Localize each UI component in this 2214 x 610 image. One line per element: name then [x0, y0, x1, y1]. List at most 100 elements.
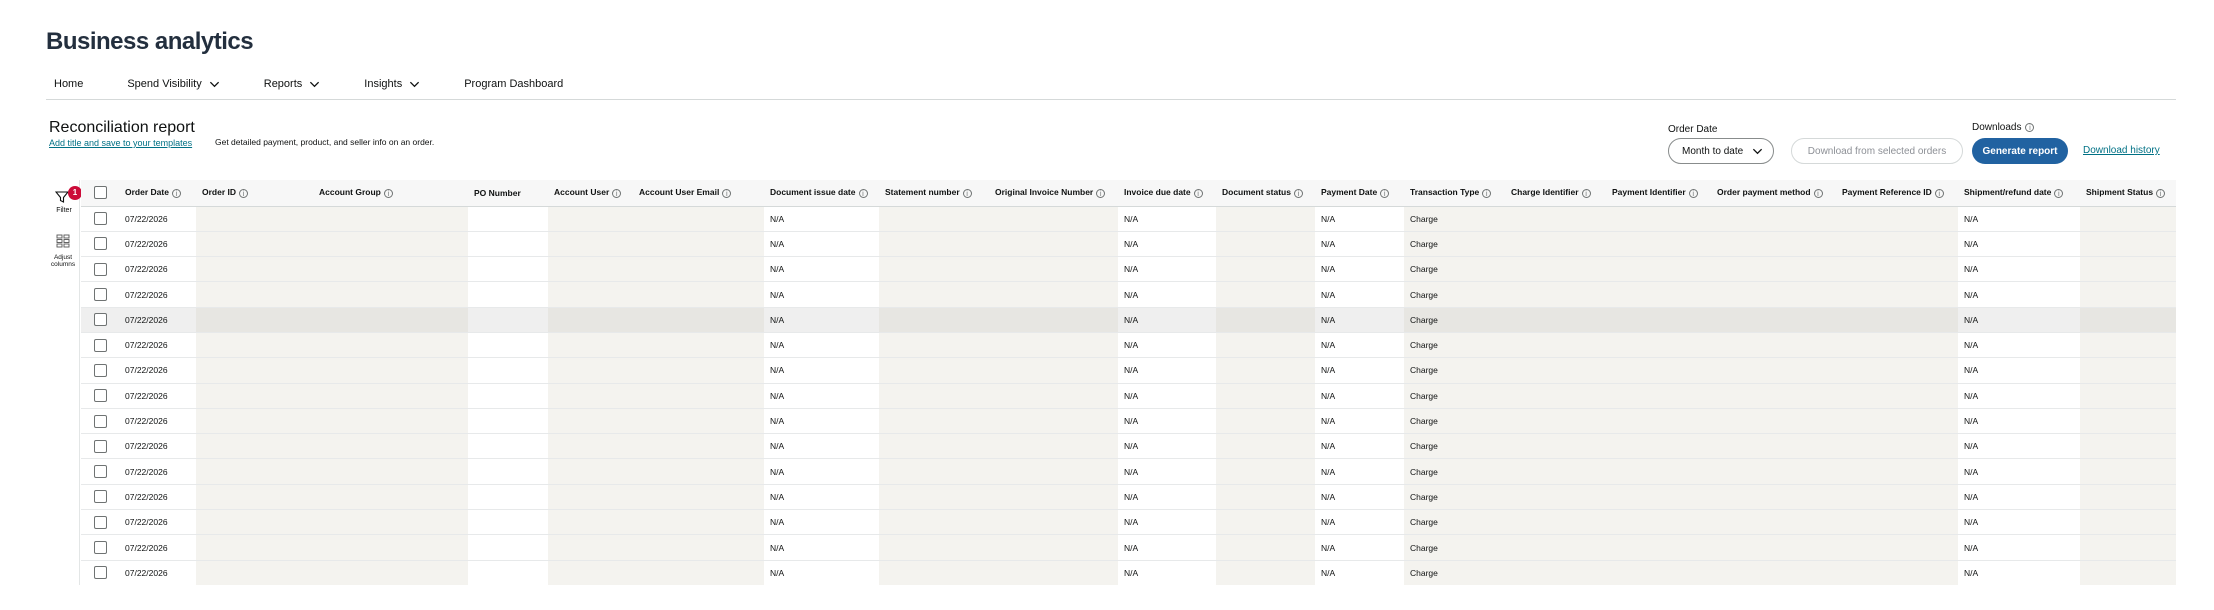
table-row[interactable]: 07/22/2026 N/A N/A N/A Charge N/A: [81, 433, 2176, 460]
info-icon[interactable]: i: [1293, 189, 1303, 199]
table-row[interactable]: 07/22/2026 N/A N/A N/A Charge N/A: [81, 307, 2176, 333]
table-row[interactable]: 07/22/2026 N/A N/A N/A Charge N/A: [81, 509, 2176, 536]
table-row[interactable]: 07/22/2026 N/A N/A N/A Charge N/A: [81, 281, 2176, 308]
table-row[interactable]: 07/22/2026 N/A N/A N/A Charge N/A: [81, 484, 2176, 511]
column-header[interactable]: Account User i: [548, 180, 633, 207]
row-checkbox[interactable]: [93, 566, 107, 580]
nav-item-spend-visibility[interactable]: Spend Visibility: [119, 74, 227, 94]
row-checkbox[interactable]: [93, 541, 107, 554]
nav-item-home[interactable]: Home: [46, 74, 91, 94]
column-header[interactable]: PO Number: [468, 180, 548, 207]
column-header[interactable]: Original Invoice Number i: [989, 180, 1118, 207]
table-cell: [468, 433, 548, 460]
table-cell: [1606, 357, 1711, 384]
info-icon[interactable]: i: [1688, 189, 1698, 199]
column-header[interactable]: Order payment method i: [1711, 180, 1836, 207]
row-checkbox[interactable]: [93, 439, 107, 453]
info-icon[interactable]: i: [612, 189, 622, 199]
row-checkbox[interactable]: [93, 262, 107, 276]
table-cell: [196, 509, 313, 536]
column-header[interactable]: Payment Reference ID i: [1836, 180, 1958, 207]
nav-item-insights[interactable]: Insights: [356, 74, 428, 94]
nav-item-reports[interactable]: Reports: [256, 74, 329, 94]
table-cell: [1836, 256, 1958, 283]
column-header[interactable]: Payment Date i: [1315, 180, 1404, 207]
column-header[interactable]: Shipment Status i: [2080, 180, 2176, 207]
table-cell: [1711, 534, 1836, 561]
download-history-link[interactable]: Download history: [2083, 145, 2160, 156]
reconciliation-table-wrap: Order Date i Order ID i Account Group i PO Num…: [81, 180, 2176, 585]
info-icon[interactable]: i: [1380, 189, 1390, 199]
order-date-select[interactable]: Month to date: [1668, 138, 1774, 164]
info-icon[interactable]: i: [239, 189, 249, 199]
info-icon[interactable]: i: [1813, 189, 1823, 199]
row-checkbox[interactable]: [93, 465, 107, 479]
filter-button[interactable]: 1 Filter: [50, 186, 82, 214]
adjust-columns-button[interactable]: Adjust columns: [48, 234, 78, 268]
column-header[interactable]: Invoice due date i: [1118, 180, 1216, 207]
column-header[interactable]: Account User Email i: [633, 180, 764, 207]
row-checkbox[interactable]: [93, 414, 107, 428]
table-cell: N/A: [1118, 256, 1216, 283]
info-icon[interactable]: i: [1934, 189, 1944, 199]
table-row[interactable]: 07/22/2026 N/A N/A N/A Charge N/A: [81, 458, 2176, 485]
row-checkbox[interactable]: [93, 313, 107, 327]
table-cell: [1606, 534, 1711, 561]
column-header[interactable]: Charge Identifier i: [1505, 180, 1606, 207]
info-icon[interactable]: i: [1482, 189, 1492, 199]
columns-icon: [56, 234, 70, 248]
save-template-link[interactable]: Add title and save to your templates: [49, 138, 192, 148]
filter-label: Filter: [56, 207, 72, 214]
info-icon[interactable]: i: [1193, 189, 1203, 199]
table-row[interactable]: 07/22/2026 N/A N/A N/A Charge N/A: [81, 256, 2176, 283]
info-icon[interactable]: i: [962, 189, 972, 199]
column-header-label: Shipment/refund date: [1964, 187, 2052, 198]
info-icon[interactable]: i: [2156, 189, 2166, 199]
table-row[interactable]: 07/22/2026 N/A N/A N/A Charge N/A: [81, 560, 2176, 585]
column-header[interactable]: Transaction Type i: [1404, 180, 1505, 207]
table-cell: [633, 357, 764, 384]
table-row[interactable]: 07/22/2026 N/A N/A N/A Charge N/A: [81, 383, 2176, 409]
nav-item-program-dashboard[interactable]: Program Dashboard: [456, 74, 571, 94]
top-nav: Home Spend Visibility Reports Insights P…: [46, 74, 2176, 100]
info-icon[interactable]: i: [1096, 189, 1106, 199]
info-icon[interactable]: i: [1581, 189, 1591, 199]
column-header[interactable]: Statement number i: [879, 180, 989, 207]
table-row[interactable]: 07/22/2026 N/A N/A N/A Charge N/A: [81, 357, 2176, 384]
row-checkbox[interactable]: [93, 212, 107, 226]
row-checkbox[interactable]: [93, 389, 107, 403]
info-icon[interactable]: i: [858, 189, 868, 199]
select-all-checkbox[interactable]: [93, 186, 107, 200]
row-checkbox[interactable]: [93, 237, 107, 251]
row-checkbox-cell: [81, 509, 119, 536]
table-cell: [1606, 408, 1711, 435]
info-icon[interactable]: i: [2025, 123, 2035, 132]
table-row[interactable]: 07/22/2026 N/A N/A N/A Charge N/A: [81, 231, 2176, 258]
table-row[interactable]: 07/22/2026 N/A N/A N/A Charge N/A: [81, 332, 2176, 359]
row-checkbox[interactable]: [93, 338, 107, 352]
row-checkbox[interactable]: [93, 515, 107, 529]
table-row[interactable]: 07/22/2026 N/A N/A N/A Charge N/A: [81, 206, 2176, 232]
row-checkbox[interactable]: [93, 490, 107, 504]
table-cell: [1216, 206, 1315, 232]
column-header[interactable]: Shipment/refund date i: [1958, 180, 2080, 207]
info-icon[interactable]: i: [171, 189, 181, 199]
column-header[interactable]: Document issue date i: [764, 180, 879, 207]
table-cell: [989, 357, 1118, 384]
column-header[interactable]: Account Group i: [313, 180, 468, 207]
table-cell: [1606, 332, 1711, 359]
download-selected-button[interactable]: Download from selected orders: [1791, 138, 1963, 164]
column-header[interactable]: Document status i: [1216, 180, 1315, 207]
table-cell: N/A: [1315, 534, 1404, 561]
info-icon[interactable]: i: [2054, 189, 2064, 199]
table-row[interactable]: 07/22/2026 N/A N/A N/A Charge N/A: [81, 534, 2176, 561]
column-header[interactable]: Payment Identifier i: [1606, 180, 1711, 207]
info-icon[interactable]: i: [383, 189, 393, 199]
info-icon[interactable]: i: [722, 189, 732, 199]
table-row[interactable]: 07/22/2026 N/A N/A N/A Charge N/A: [81, 408, 2176, 435]
row-checkbox[interactable]: [93, 288, 107, 302]
column-header[interactable]: Order ID i: [196, 180, 313, 207]
column-header[interactable]: Order Date i: [119, 180, 196, 207]
row-checkbox[interactable]: [93, 363, 107, 377]
generate-report-button[interactable]: Generate report: [1972, 138, 2068, 164]
